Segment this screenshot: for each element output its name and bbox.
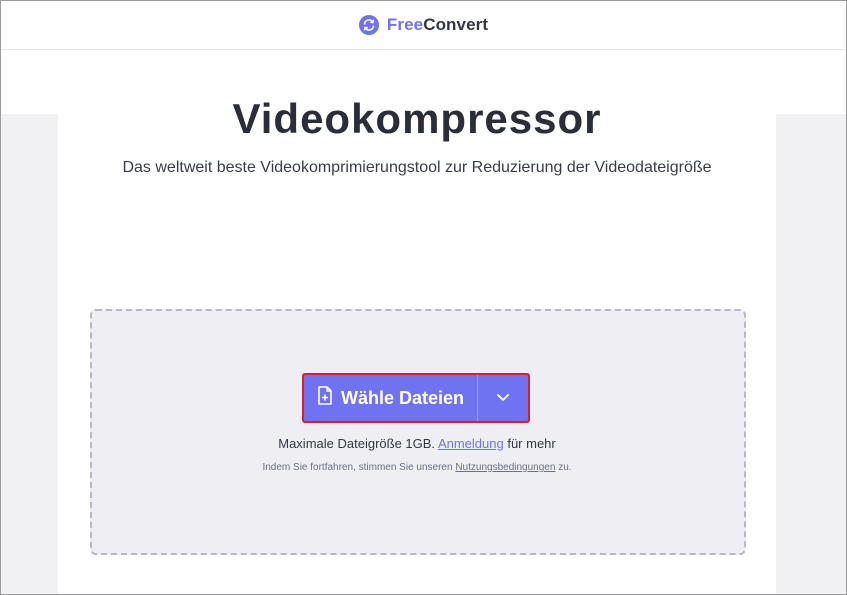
terms-suffix: zu.: [558, 462, 572, 473]
choose-files-label: Wähle Dateien: [340, 387, 465, 408]
terms-note: Indem Sie fortfahren, stimmen Sie unsere…: [1, 462, 833, 473]
source-dropdown-button[interactable]: [478, 375, 528, 421]
file-dropzone[interactable]: [90, 309, 746, 555]
file-plus-icon: [317, 386, 333, 410]
maxsize-suffix: für mehr: [507, 436, 556, 451]
choose-files-button-group: Wähle Dateien: [302, 373, 530, 423]
terms-link[interactable]: Nutzungsbedingungen: [455, 462, 555, 473]
browser-frame: FreeConvert Videokompressor Das weltweit…: [0, 0, 847, 595]
choose-files-button[interactable]: Wähle Dateien: [304, 375, 478, 421]
refresh-icon: [358, 15, 379, 35]
site-header: FreeConvert: [1, 1, 846, 50]
max-filesize-note: Maximale Dateigröße 1GB. Anmeldung für m…: [1, 436, 833, 451]
page-title: Videokompressor: [232, 95, 602, 142]
logo-free-text: Free: [386, 15, 424, 34]
logo-text: FreeConvert: [387, 15, 488, 35]
signup-link[interactable]: Anmeldung: [438, 436, 504, 451]
terms-prefix: Indem Sie fortfahren, stimmen Sie unsere…: [262, 462, 453, 473]
logo-convert-text: Convert: [423, 15, 489, 34]
chevron-down-icon: [496, 389, 510, 407]
page-subtitle: Das weltweit beste Videokomprimierungsto…: [122, 159, 712, 176]
maxsize-prefix: Maximale Dateigröße 1GB.: [278, 436, 436, 451]
freeconvert-logo[interactable]: FreeConvert: [358, 15, 488, 35]
